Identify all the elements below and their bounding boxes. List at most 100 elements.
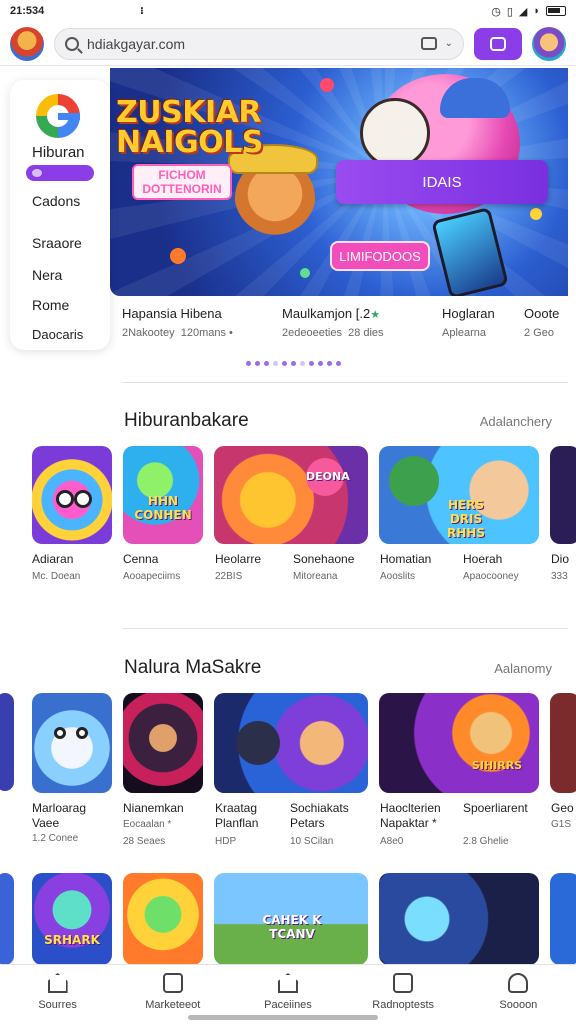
tile-art-text: CAHEK K TCANV: [262, 913, 322, 941]
battery-icon: [546, 6, 566, 16]
status-time: 21:534: [10, 5, 45, 17]
section-see-all-link[interactable]: Adalanchery: [480, 414, 552, 429]
carousel-dot[interactable]: [273, 361, 278, 366]
tile-art-text: HHN CONHEN: [134, 494, 192, 522]
app-tile[interactable]: [123, 693, 203, 793]
carousel-dot[interactable]: [336, 361, 341, 366]
hero-title-line2: NAIGOLS: [116, 125, 263, 160]
sidebar-item-cadons[interactable]: Cadons: [10, 193, 110, 209]
featured-name: Hapansia Hibena: [122, 306, 222, 321]
vibrate-icon: ▯: [506, 5, 513, 18]
featured-item[interactable]: Hapansia Hibena 2Nakootey 120mans •: [122, 306, 282, 346]
home-indicator[interactable]: [188, 1015, 378, 1020]
app-sub: 2.8 Ghelie: [463, 836, 509, 847]
carousel-dot[interactable]: [291, 361, 296, 366]
hero-boy-face: [360, 98, 430, 168]
app-name: Geo: [551, 801, 574, 815]
tile-art-text: DEONA: [306, 458, 350, 496]
search-input[interactable]: hdiakgayar.com: [87, 36, 413, 52]
star-icon: ★: [370, 309, 381, 321]
featured-row: Hapansia Hibena 2Nakootey 120mans • Maul…: [122, 306, 576, 346]
tabs-icon: [490, 36, 506, 51]
carousel-dot[interactable]: [264, 361, 269, 366]
featured-item[interactable]: Maulkamjon [.2★ 2edeoeeties 28 dies: [282, 306, 442, 346]
carousel-dot[interactable]: [282, 361, 287, 366]
app-tile[interactable]: [0, 873, 14, 965]
app-tile[interactable]: DEONA: [214, 446, 368, 544]
app-tile[interactable]: SIHIRRS: [379, 693, 539, 793]
featured-name: Ooote: [524, 306, 560, 321]
featured-item[interactable]: Hoglaran Aplearna: [442, 306, 524, 346]
status-icons: ◷ ▯ ◢ ◗: [491, 5, 566, 18]
app-tile[interactable]: HERS DRIS RHHS: [379, 446, 539, 544]
nav-item-sourres[interactable]: Sourres: [8, 973, 108, 1011]
sidebar-item-daocaris[interactable]: Daocaris: [10, 327, 110, 342]
section-see-all-link[interactable]: Aalanomy: [494, 661, 552, 676]
app-name: Nianemkan: [123, 801, 184, 815]
hero-primary-button[interactable]: IDAIS: [336, 160, 548, 204]
carousel-dots[interactable]: [246, 361, 341, 366]
hero-title: ZUSKIAR NAIGOLS: [116, 98, 263, 158]
app-tile[interactable]: SRHARK: [32, 873, 112, 965]
app-tile[interactable]: CAHEK K TCANV: [214, 873, 368, 965]
app-name-extra: *: [432, 816, 437, 830]
confetti-dot: [300, 268, 310, 278]
tile-art-text: SIHIRRS: [471, 759, 523, 772]
app-sub: 1.2 Conee: [32, 833, 79, 844]
hero-banner[interactable]: ZUSKIAR NAIGOLS FICHOM DOTTENORIN IDAIS …: [110, 68, 568, 296]
nav-item-soooon[interactable]: Soooon: [468, 973, 568, 1011]
nav-item-paceiines[interactable]: Paceiines: [238, 973, 338, 1011]
app-name: Sonehaone: [293, 552, 355, 566]
app-sub: HDP: [215, 836, 237, 847]
app-sub: G1S: [551, 819, 572, 830]
divider: [122, 628, 568, 629]
tab-switcher-icon[interactable]: [420, 37, 437, 50]
nav-item-radnoptests[interactable]: Radnoptests: [353, 973, 453, 1011]
tabs-button[interactable]: [474, 27, 522, 60]
app-tile[interactable]: [550, 873, 576, 965]
app-tile[interactable]: HHN CONHEN: [123, 446, 203, 544]
carousel-dot[interactable]: [246, 361, 251, 366]
sidebar-item-hiburan[interactable]: Hiburan: [10, 144, 110, 161]
carousel-dot[interactable]: [255, 361, 260, 366]
top-bar: hdiakgayar.com ⌄: [0, 22, 576, 66]
app-sub-extra: *: [167, 819, 172, 830]
app-tile[interactable]: [379, 873, 539, 965]
app-tile[interactable]: [32, 693, 112, 793]
sidebar-item-sraaore[interactable]: Sraaore: [10, 235, 110, 251]
app-name: Dio: [551, 552, 570, 566]
app-tile[interactable]: [32, 446, 112, 544]
tile-eye: [76, 727, 88, 739]
chevron-down-icon[interactable]: ⌄: [445, 38, 453, 49]
status-center-glyph: ⁝: [140, 5, 144, 17]
confetti-dot: [530, 208, 542, 220]
carousel-dot[interactable]: [318, 361, 323, 366]
section-row: HHN CONHEN DEONA HERS DRIS RHHS Adiaran …: [0, 446, 576, 596]
sidebar-item-nera[interactable]: Nera: [10, 267, 110, 283]
sidebar-item-rome[interactable]: Rome: [10, 297, 110, 313]
app-tile[interactable]: [214, 693, 368, 793]
section-header: Nalura MaSakre Aalanomy: [124, 657, 552, 679]
carousel-dot[interactable]: [327, 361, 332, 366]
profile-avatar[interactable]: [532, 26, 566, 61]
app-tile[interactable]: [550, 446, 576, 544]
featured-sub2: 120mans: [180, 327, 226, 339]
nav-item-marketeeot[interactable]: Marketeeot: [123, 973, 223, 1011]
google-logo-icon[interactable]: [36, 94, 80, 138]
section-row: SIHIRRS Marloarag Vaee 1.2 Conee Nianemk…: [0, 693, 576, 847]
app-tile[interactable]: [0, 693, 14, 791]
featured-sub: 2edeoeeties: [282, 327, 342, 339]
app-avatar[interactable]: [10, 26, 44, 61]
nav-label: Soooon: [499, 999, 538, 1011]
search-bar[interactable]: hdiakgayar.com ⌄: [54, 27, 464, 60]
carousel-dot[interactable]: [300, 361, 305, 366]
app-tile[interactable]: [550, 693, 576, 793]
nav-label: Marketeeot: [145, 999, 201, 1011]
app-name: Kraatag Planflan: [215, 801, 259, 830]
section-title: Nalura MaSakre: [124, 657, 262, 678]
confetti-dot: [320, 78, 334, 92]
app-tile[interactable]: [123, 873, 203, 965]
hero-secondary-button[interactable]: LIMIFODOOS: [330, 241, 430, 271]
carousel-dot[interactable]: [309, 361, 314, 366]
featured-item[interactable]: Ooote 2 Geo: [524, 306, 576, 346]
